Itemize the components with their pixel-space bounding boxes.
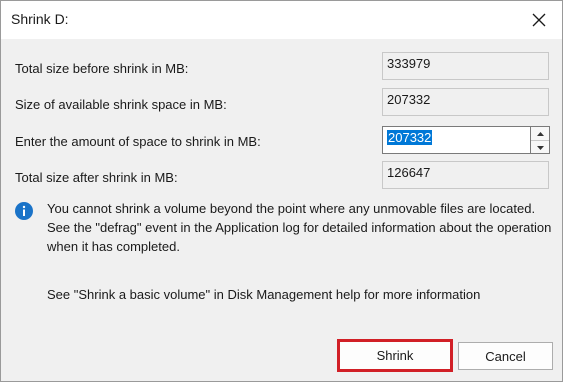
spin-down-button[interactable] bbox=[531, 141, 549, 154]
available-space-text: 207332 bbox=[387, 92, 431, 107]
help-message: See "Shrink a basic volume" in Disk Mana… bbox=[47, 287, 481, 302]
total-after-label: Total size after shrink in MB: bbox=[15, 170, 178, 185]
close-icon bbox=[532, 13, 546, 27]
title-bar: Shrink D: bbox=[1, 1, 562, 39]
shrink-amount-label: Enter the amount of space to shrink in M… bbox=[15, 134, 261, 149]
spin-up-button[interactable] bbox=[531, 127, 549, 141]
shrink-amount-input[interactable]: 207332 bbox=[382, 126, 530, 154]
total-before-text: 333979 bbox=[387, 56, 431, 71]
shrink-amount-stepper[interactable] bbox=[530, 126, 550, 154]
available-space-label: Size of available shrink space in MB: bbox=[15, 97, 227, 112]
cancel-button[interactable]: Cancel bbox=[458, 342, 553, 370]
info-message: You cannot shrink a volume beyond the po… bbox=[47, 201, 552, 254]
info-icon bbox=[15, 202, 33, 220]
total-before-label: Total size before shrink in MB: bbox=[15, 61, 189, 76]
total-after-text: 126647 bbox=[387, 165, 431, 180]
available-space-value: 207332 bbox=[382, 88, 549, 116]
window-title: Shrink D: bbox=[11, 11, 69, 27]
shrink-amount-text: 207332 bbox=[387, 130, 433, 145]
chevron-up-icon bbox=[536, 131, 544, 136]
chevron-down-icon bbox=[536, 145, 544, 150]
total-before-value: 333979 bbox=[382, 52, 549, 80]
shrink-dialog: Shrink D: Total size before shrink in MB… bbox=[0, 0, 563, 382]
close-button[interactable] bbox=[516, 1, 562, 39]
shrink-button[interactable]: Shrink bbox=[337, 339, 453, 372]
total-after-value: 126647 bbox=[382, 161, 549, 189]
